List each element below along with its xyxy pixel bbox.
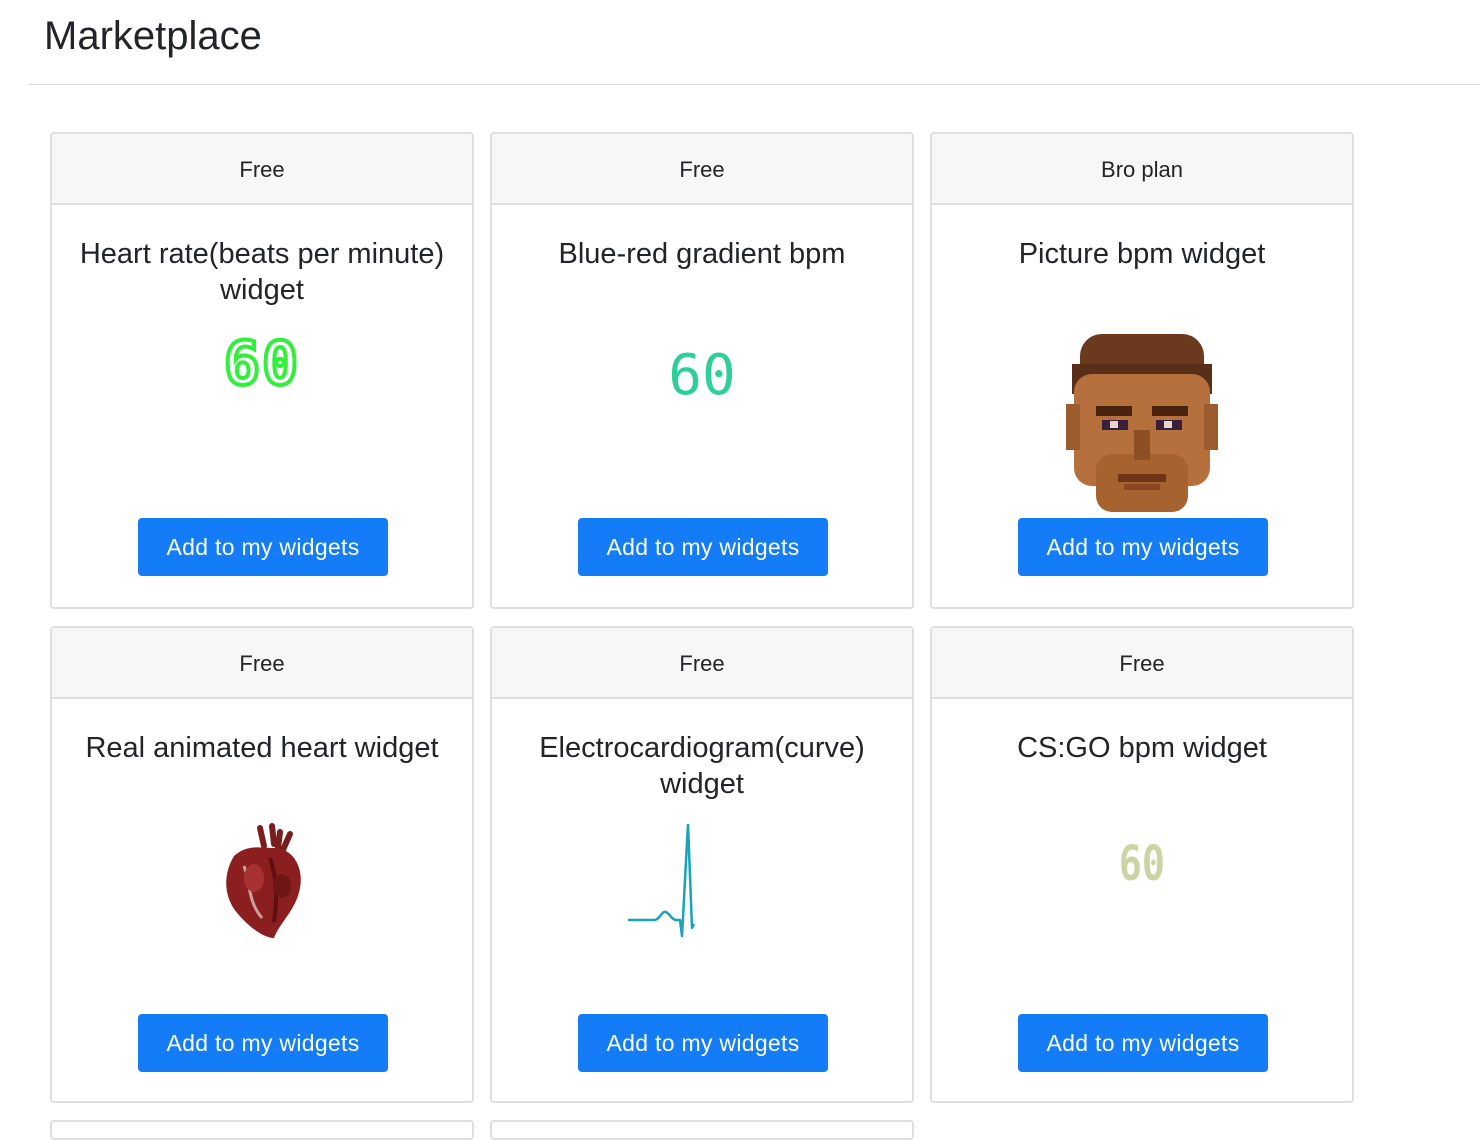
widget-title: Picture bpm widget <box>1018 238 1266 270</box>
widget-title: CS:GO bpm widget <box>1017 732 1267 764</box>
widget-preview: 60 <box>492 346 912 406</box>
widget-preview: 60 <box>932 838 1352 890</box>
ecg-curve-icon <box>628 822 696 938</box>
plan-label: Free <box>52 134 472 205</box>
plan-label: Free <box>492 134 912 205</box>
add-to-my-widgets-button[interactable]: Add to my widgets <box>1018 1014 1268 1072</box>
page-title: Marketplace <box>44 14 262 58</box>
widget-card-partial <box>50 1120 474 1140</box>
add-to-my-widgets-button[interactable]: Add to my widgets <box>138 518 388 576</box>
widget-card-partial <box>490 1120 914 1140</box>
widget-title: Heart rate(beats per minute) widget <box>79 238 445 306</box>
widget-card-gradient-bpm: Free Blue-red gradient bpm 60 Add to my … <box>490 132 914 609</box>
header-divider <box>28 84 1480 85</box>
plan-label: Free <box>932 628 1352 699</box>
bpm-value: 60 <box>222 329 301 399</box>
widget-title: Real animated heart widget <box>85 732 439 764</box>
widget-card-ecg: Free Electrocardiogram(curve) widget Add… <box>490 626 914 1103</box>
widget-title: Electrocardiogram(curve) widget <box>539 732 865 800</box>
widget-card-csgo: Free CS:GO bpm widget 60 Add to my widge… <box>930 626 1354 1103</box>
widget-preview <box>52 822 472 947</box>
bpm-value: 60 <box>668 343 736 408</box>
add-to-my-widgets-button[interactable]: Add to my widgets <box>578 1014 828 1072</box>
widget-card-picture-bpm: Bro plan Picture bpm widget Add to my wi… <box>930 132 1354 609</box>
add-to-my-widgets-button[interactable]: Add to my widgets <box>138 1014 388 1072</box>
add-to-my-widgets-button[interactable]: Add to my widgets <box>578 518 828 576</box>
widget-card-heart-rate: Free Heart rate(beats per minute) widget… <box>50 132 474 609</box>
widget-preview <box>492 822 912 949</box>
doom-face-icon <box>1066 334 1218 512</box>
plan-label: Free <box>52 628 472 699</box>
bpm-value: 60 <box>1118 836 1166 892</box>
widget-title: Blue-red gradient bpm <box>558 238 846 270</box>
widget-preview: 60 <box>52 332 472 396</box>
plan-label: Free <box>492 628 912 699</box>
add-to-my-widgets-button[interactable]: Add to my widgets <box>1018 518 1268 576</box>
plan-label: Bro plan <box>932 134 1352 205</box>
widget-preview <box>932 334 1352 523</box>
anatomical-heart-icon <box>226 823 301 938</box>
widget-card-animated-heart: Free Real animated heart widget Add to m… <box>50 626 474 1103</box>
